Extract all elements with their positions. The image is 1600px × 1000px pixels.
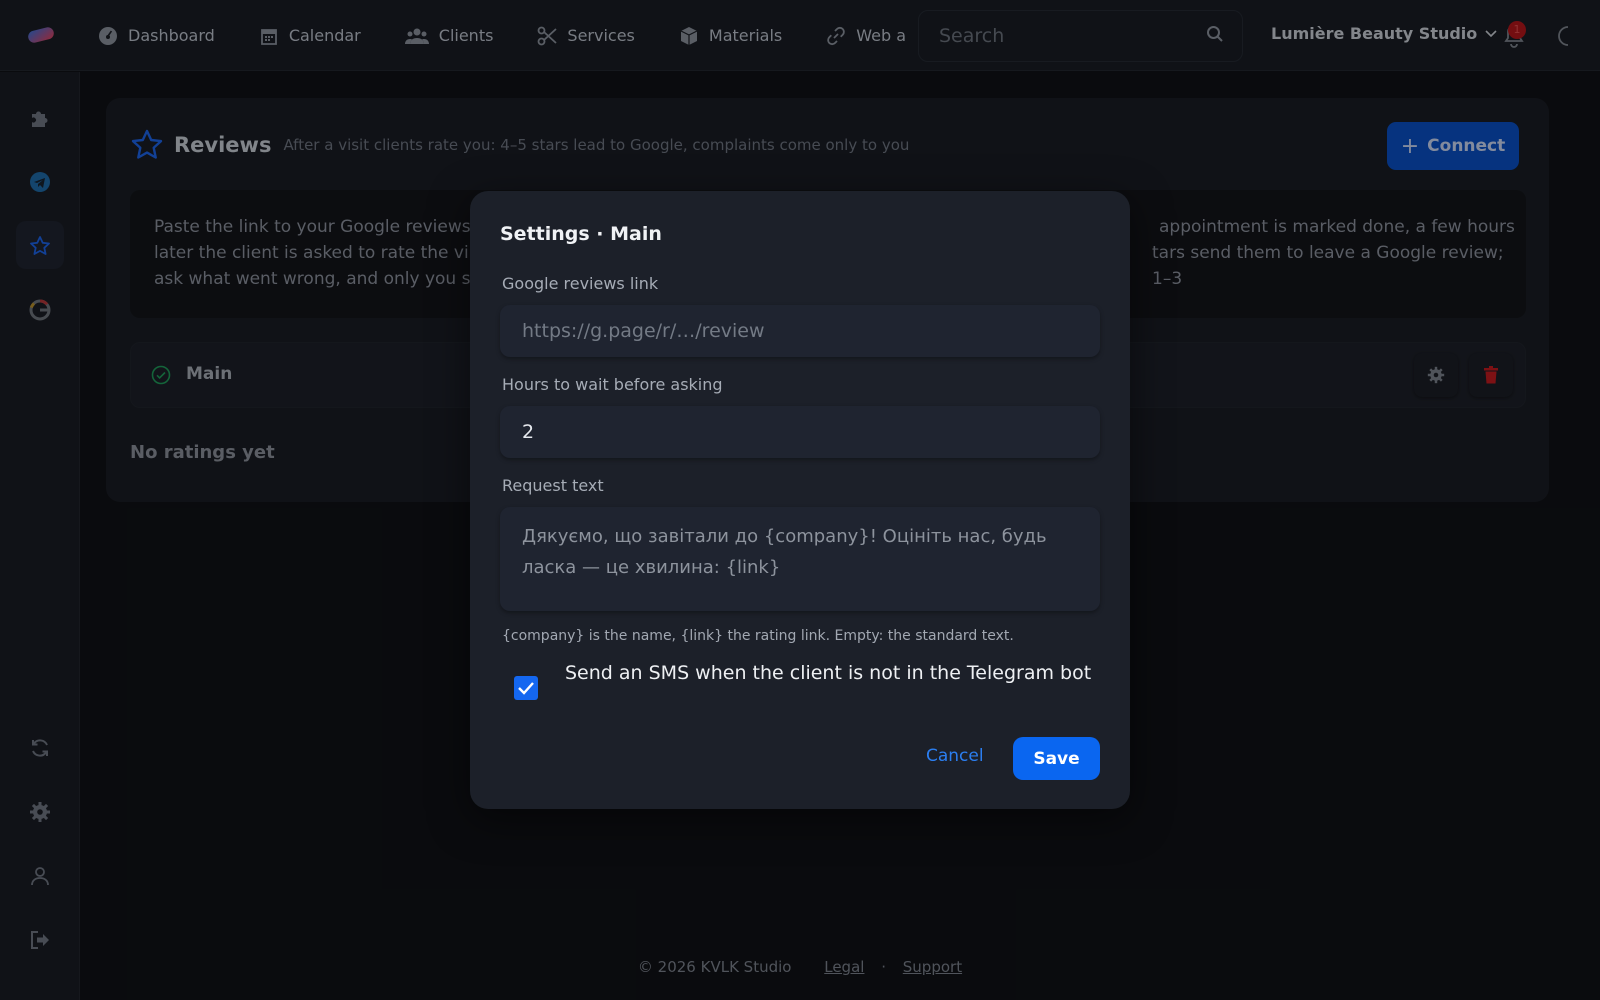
google-link-input[interactable] — [500, 305, 1100, 357]
request-text-label: Request text — [502, 476, 604, 495]
checkmark-icon — [518, 682, 534, 695]
request-text-hint: {company} is the name, {link} the rating… — [502, 628, 1014, 644]
google-link-label: Google reviews link — [502, 274, 659, 293]
save-button[interactable]: Save — [1013, 737, 1100, 780]
sms-checkbox[interactable] — [514, 676, 538, 700]
hours-label: Hours to wait before asking — [502, 375, 723, 394]
request-text-placeholder[interactable]: Дякуємо, що завітали до {company}! Оціні… — [500, 507, 1100, 597]
settings-modal: Settings · Main Google reviews link Hour… — [470, 191, 1130, 809]
cancel-button[interactable]: Cancel — [926, 746, 984, 766]
hours-input[interactable] — [500, 406, 1100, 458]
google-link-field[interactable] — [500, 305, 1100, 357]
sms-checkbox-label[interactable]: Send an SMS when the client is not in th… — [565, 658, 1100, 688]
request-text-field[interactable]: Дякуємо, що завітали до {company}! Оціні… — [500, 507, 1100, 611]
modal-title: Settings · Main — [500, 223, 662, 245]
hours-field[interactable] — [500, 406, 1100, 458]
